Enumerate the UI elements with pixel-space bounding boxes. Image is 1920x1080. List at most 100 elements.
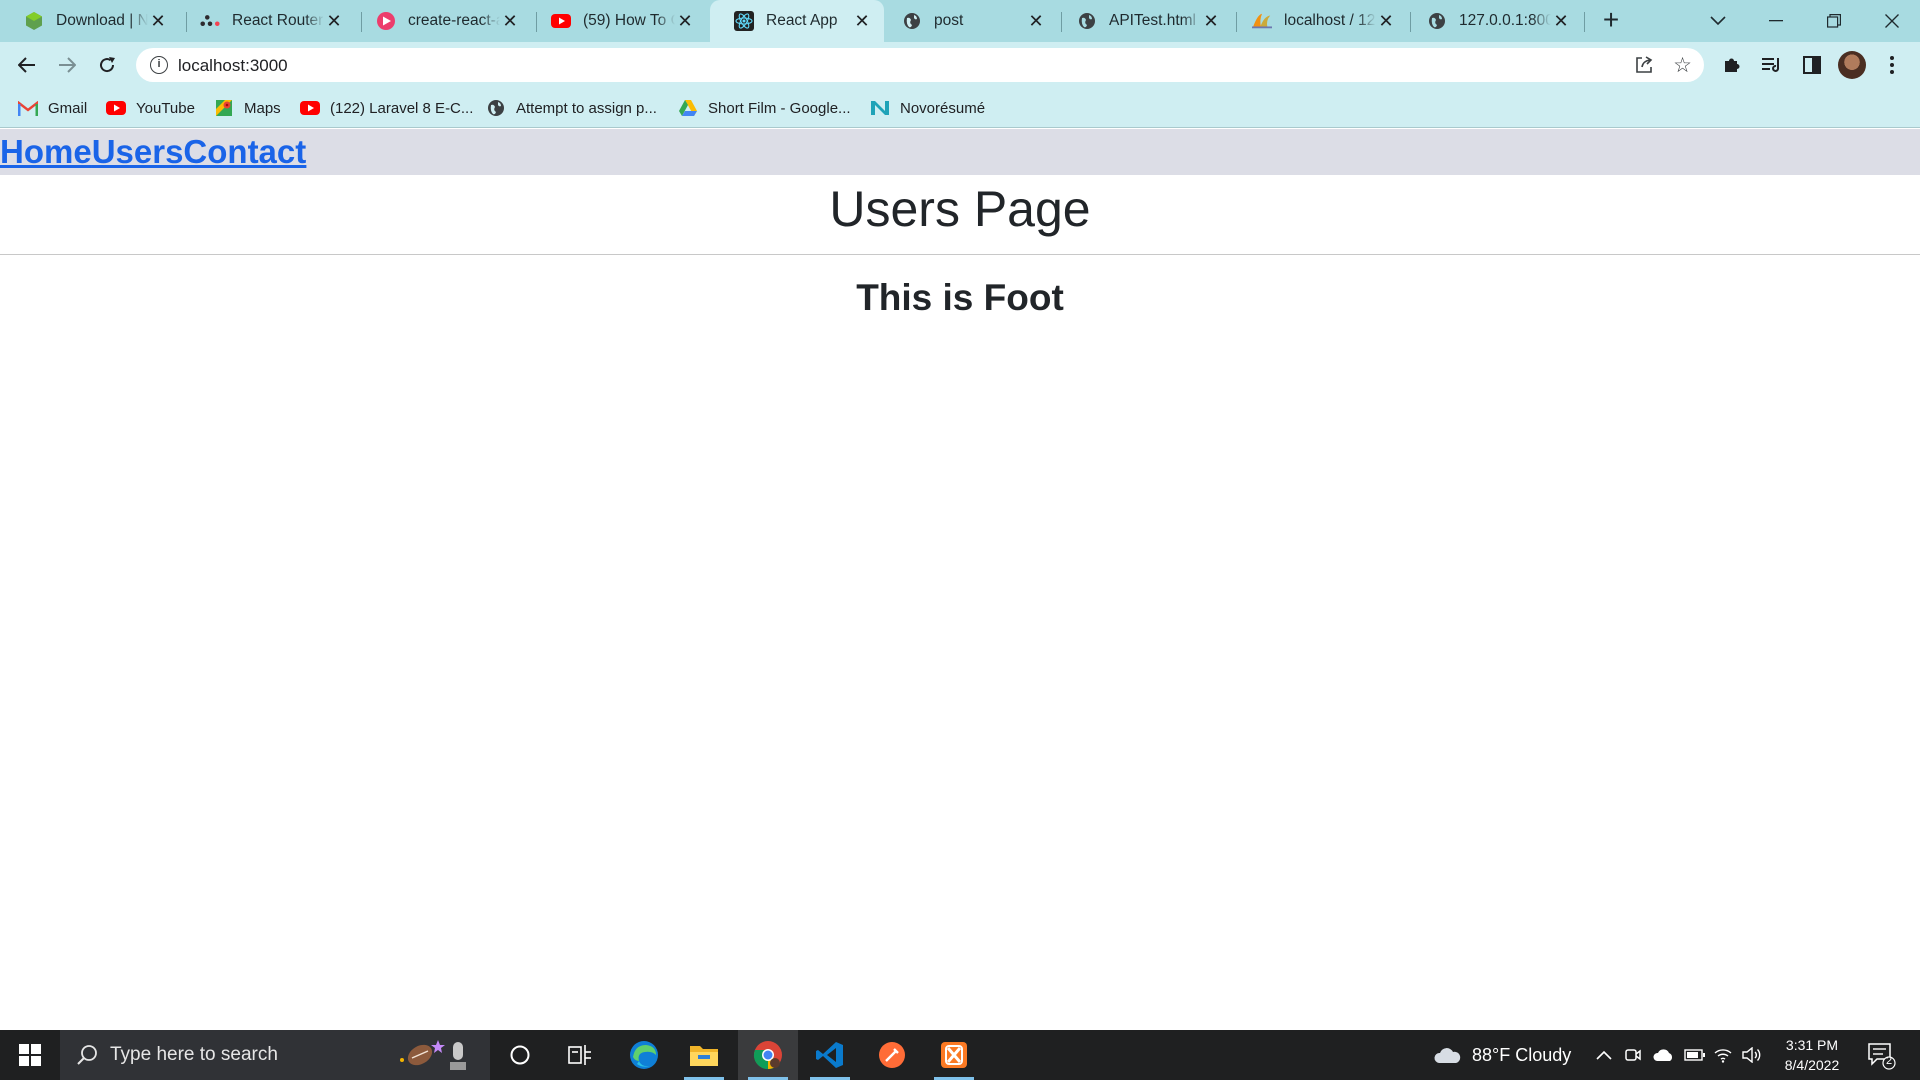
- footer-text: This is Foot: [856, 277, 1064, 318]
- bookmark-youtube[interactable]: YouTube: [106, 96, 195, 120]
- minimize-button[interactable]: [1748, 0, 1804, 42]
- weather-widget[interactable]: 88°F Cloudy: [1432, 1030, 1571, 1080]
- taskbar: Type here to search 88°F Cloudy 3:31 PM …: [0, 1030, 1920, 1080]
- volume-icon[interactable]: [1742, 1030, 1762, 1080]
- tab-react-app[interactable]: React App ✕: [710, 0, 884, 42]
- bookmark-novoresume[interactable]: Novorésumé: [870, 96, 985, 120]
- close-icon[interactable]: ✕: [852, 11, 872, 31]
- onedrive-icon[interactable]: [1652, 1030, 1674, 1080]
- vscode-icon: [816, 1042, 843, 1068]
- arrow-right-icon: [59, 57, 76, 73]
- extensions-icon[interactable]: [1720, 53, 1744, 77]
- bookmark-label: Gmail: [48, 99, 88, 117]
- info-icon[interactable]: i: [150, 56, 168, 74]
- tab-post[interactable]: post ✕: [878, 0, 1058, 42]
- vscode-app[interactable]: [800, 1030, 860, 1080]
- globe-icon: [1077, 11, 1097, 31]
- novoresume-icon: [870, 99, 890, 117]
- back-button[interactable]: [12, 50, 42, 80]
- tab-react-router[interactable]: React Router | Tutorial ✕: [176, 0, 356, 42]
- wifi-icon[interactable]: [1714, 1030, 1732, 1080]
- gmail-icon: [18, 99, 38, 117]
- youtube-icon: [300, 99, 320, 117]
- edge-app[interactable]: [614, 1030, 674, 1080]
- task-view-button[interactable]: [550, 1030, 610, 1080]
- close-icon[interactable]: ✕: [1376, 11, 1396, 31]
- notifications-button[interactable]: 2: [1866, 1040, 1896, 1070]
- tab-youtube-video[interactable]: (59) How To Create ✕: [527, 0, 707, 42]
- taskbar-clock[interactable]: 3:31 PM 8/4/2022: [1770, 1035, 1854, 1075]
- tab-phpmyadmin[interactable]: localhost / 127.0.0.1 ✕: [1228, 0, 1408, 42]
- url-text[interactable]: localhost:3000: [178, 56, 288, 76]
- bookmark-attempt-assign[interactable]: Attempt to assign p...: [486, 96, 657, 120]
- bookmark-star-icon[interactable]: ☆: [1673, 53, 1692, 78]
- windows-icon: [19, 1044, 41, 1066]
- bookmark-maps[interactable]: Maps: [214, 96, 281, 120]
- taskbar-search[interactable]: Type here to search: [60, 1030, 490, 1080]
- page-viewport: HomeUsersContact Users Page This is Foot: [0, 129, 1920, 1030]
- start-button[interactable]: [0, 1030, 60, 1080]
- media-control-icon[interactable]: [1760, 53, 1784, 77]
- cortana-button[interactable]: [490, 1030, 550, 1080]
- tab-title: 127.0.0.1:8000: [1459, 12, 1551, 29]
- cloud-icon: [1434, 1048, 1461, 1063]
- side-panel-icon[interactable]: [1800, 53, 1824, 77]
- phpmyadmin-icon: [1252, 11, 1272, 31]
- close-icon[interactable]: ✕: [675, 11, 695, 31]
- close-icon: [1885, 14, 1899, 28]
- close-icon[interactable]: ✕: [1026, 11, 1046, 31]
- divider: [0, 254, 1920, 255]
- chrome-app[interactable]: [738, 1030, 798, 1080]
- show-hidden-icons-button[interactable]: [1596, 1030, 1612, 1080]
- clock-time: 3:31 PM: [1785, 1037, 1839, 1053]
- bookmark-laravel-video[interactable]: (122) Laravel 8 E-C...: [300, 96, 473, 120]
- nav-link-home[interactable]: Home: [0, 133, 92, 170]
- postman-icon: [879, 1042, 905, 1068]
- tab-strip: Download | Node.js ✕ React Router | Tuto…: [0, 0, 1920, 42]
- bookmark-label: Short Film - Google...: [708, 99, 851, 117]
- bookmark-short-film[interactable]: Short Film - Google...: [678, 96, 851, 120]
- address-bar[interactable]: i localhost:3000 ☆: [136, 48, 1704, 82]
- meet-now-icon[interactable]: [1624, 1030, 1642, 1080]
- close-icon[interactable]: ✕: [1551, 11, 1571, 31]
- react-icon: [734, 11, 754, 31]
- close-icon[interactable]: ✕: [148, 11, 168, 31]
- tab-title: Download | Node.js: [56, 12, 148, 29]
- reload-button[interactable]: [92, 50, 122, 80]
- share-icon[interactable]: [1634, 55, 1654, 80]
- new-tab-button[interactable]: +: [1598, 6, 1624, 34]
- bookmark-gmail[interactable]: Gmail: [18, 96, 87, 120]
- cortana-icon: [510, 1045, 530, 1065]
- tab-search-button[interactable]: [1690, 0, 1746, 42]
- tab-node-download[interactable]: Download | Node.js ✕: [0, 0, 180, 42]
- clock-date: 8/4/2022: [1784, 1057, 1840, 1073]
- profile-avatar[interactable]: [1838, 51, 1866, 79]
- tab-title: post: [934, 12, 964, 29]
- tab-127-8000[interactable]: 127.0.0.1:8000 ✕: [1403, 0, 1583, 42]
- bookmark-label: Attempt to assign p...: [516, 99, 657, 117]
- restore-button[interactable]: [1806, 0, 1862, 42]
- bookmark-label: Novorésumé: [900, 99, 986, 117]
- globe-icon: [1427, 11, 1447, 31]
- nodejs-icon: [24, 11, 44, 31]
- menu-icon[interactable]: [1880, 53, 1904, 77]
- tab-apitest[interactable]: APITest.html ✕: [1053, 0, 1233, 42]
- globe-icon: [902, 11, 922, 31]
- close-icon[interactable]: ✕: [500, 11, 520, 31]
- file-explorer-app[interactable]: [674, 1030, 734, 1080]
- close-icon[interactable]: ✕: [1201, 11, 1221, 31]
- close-icon[interactable]: ✕: [324, 11, 344, 31]
- reload-icon: [100, 57, 115, 73]
- restore-icon: [1827, 14, 1841, 28]
- bookmark-label: YouTube: [136, 99, 195, 117]
- tab-title: React Router | Tutorial: [232, 12, 324, 29]
- xampp-app[interactable]: [924, 1030, 984, 1080]
- postman-app[interactable]: [862, 1030, 922, 1080]
- battery-icon[interactable]: [1684, 1030, 1706, 1080]
- tab-create-react-app[interactable]: create-react-app ✕: [352, 0, 532, 42]
- nav-link-users[interactable]: Users: [92, 133, 184, 170]
- forward-button[interactable]: [52, 50, 82, 80]
- tab-title: APITest.html: [1109, 12, 1196, 29]
- close-window-button[interactable]: [1864, 0, 1920, 42]
- nav-link-contact[interactable]: Contact: [183, 133, 306, 170]
